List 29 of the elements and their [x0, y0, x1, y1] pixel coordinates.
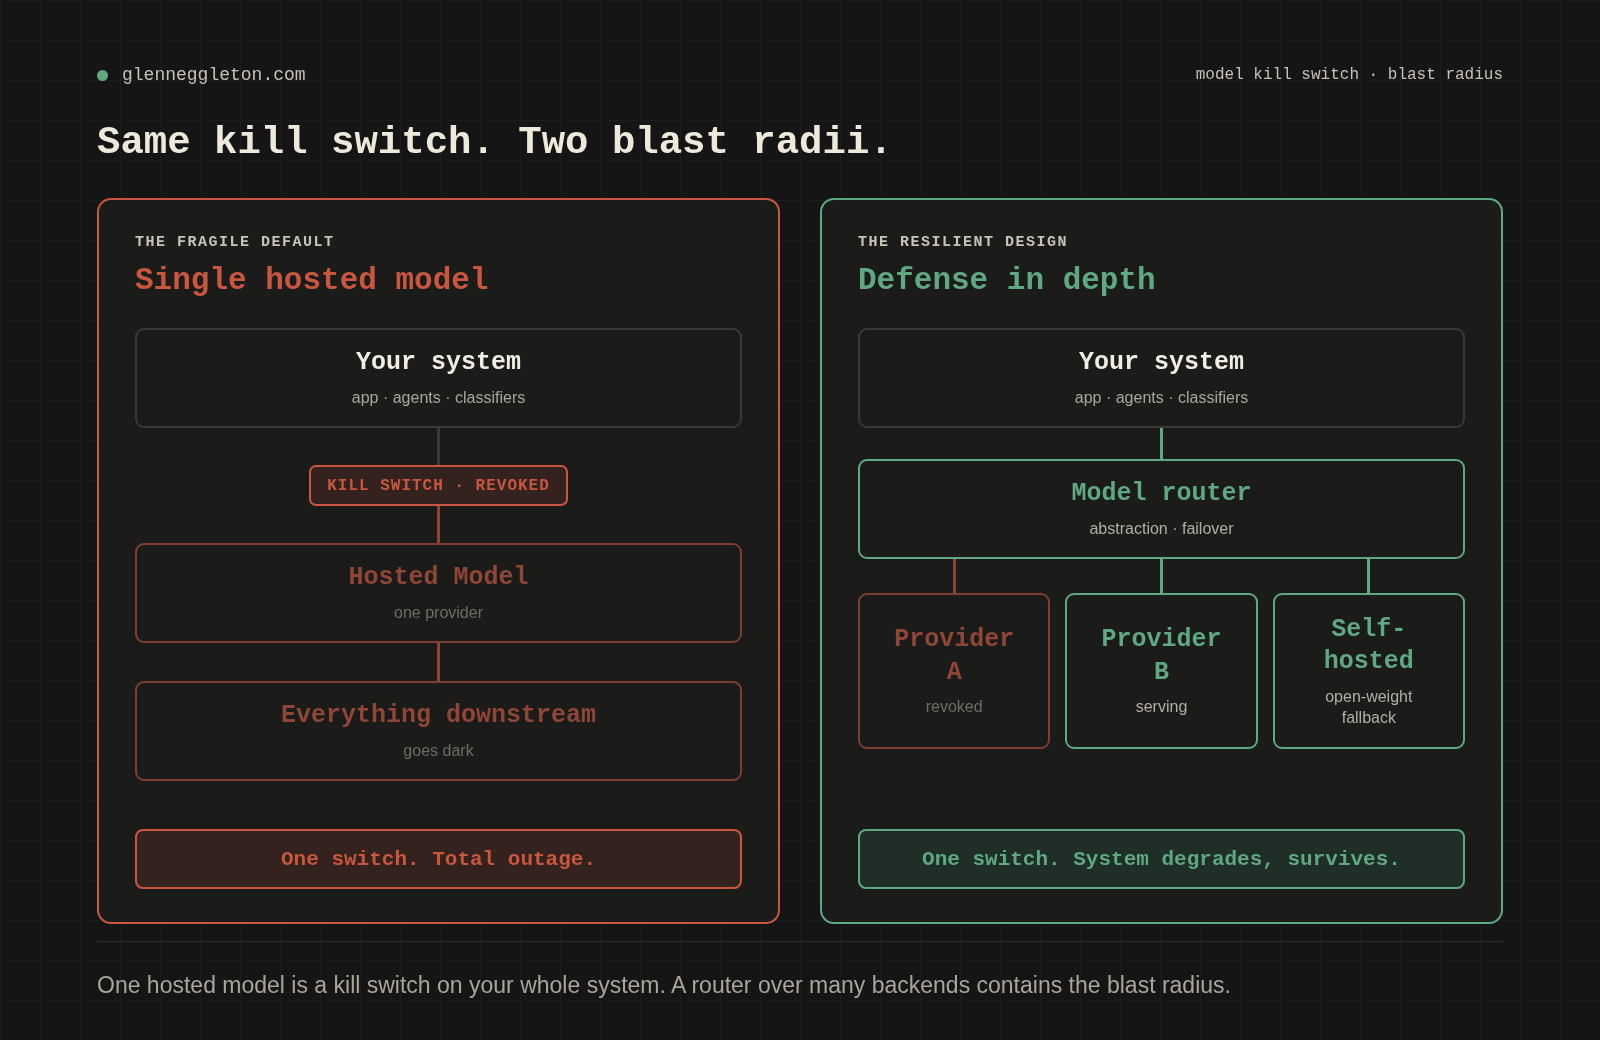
node-subtitle: app · agents · classifiers: [1074, 387, 1249, 408]
status-badge: KILL SWITCH · REVOKED: [309, 465, 568, 506]
page-title: Same kill switch. Two blast radii.: [97, 120, 894, 167]
node-subtitle: revoked: [925, 697, 983, 718]
node-title: Provider A: [893, 624, 1016, 689]
panel-eyebrow: THE RESILIENT DESIGN: [858, 234, 1070, 251]
node-subtitle: one provider: [394, 602, 483, 623]
site-name: glenneggleton.com: [122, 65, 306, 85]
panel-heading: Single hosted model: [135, 263, 490, 298]
panel-heading: Defense in depth: [858, 263, 1157, 298]
node-title: Provider B: [1100, 624, 1223, 689]
node-subtitle: app · agents · classifiers: [351, 387, 526, 408]
node-title: Model router: [1071, 478, 1252, 511]
status-dot: [97, 69, 108, 81]
tagline: model kill switch · blast radius: [1195, 66, 1503, 84]
node-title: Your system: [356, 347, 521, 380]
summary-banner: One switch. System degrades, survives.: [858, 829, 1465, 889]
node-subtitle: open-weight fallback: [1324, 686, 1414, 728]
node-title: Self-hosted: [1322, 613, 1415, 679]
node-title: Your system: [1079, 347, 1244, 380]
connector-line: [952, 559, 956, 593]
node-subtitle: serving: [1135, 697, 1188, 718]
summary-banner: One switch. Total outage.: [135, 829, 742, 889]
panel-eyebrow: THE FRAGILE DEFAULT: [135, 234, 336, 251]
node-subtitle: abstraction · failover: [1089, 518, 1234, 539]
node-subtitle: goes dark: [403, 740, 474, 761]
caption: One hosted model is a kill switch on your whole system. A router over many backends contains the blast radius.: [97, 972, 1232, 999]
node-title: Hosted Model: [348, 562, 529, 595]
node-title: Everything downstream: [280, 700, 597, 733]
